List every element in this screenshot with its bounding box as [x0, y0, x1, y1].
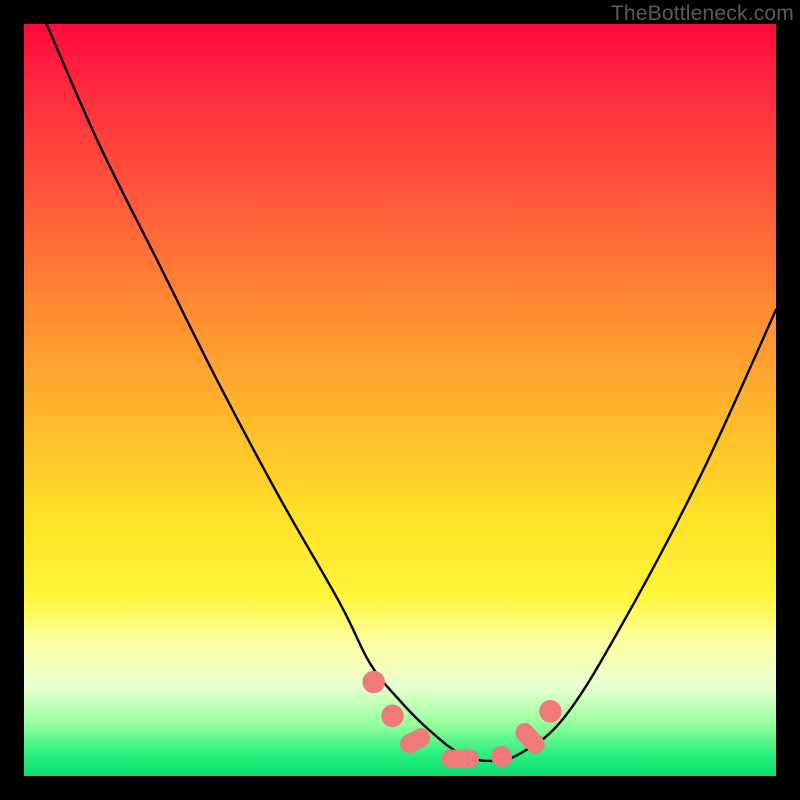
marker-dot	[362, 671, 385, 694]
chart-stage: TheBottleneck.com	[0, 0, 800, 800]
curve-line	[47, 24, 776, 761]
curve-markers	[362, 671, 561, 768]
chart-overlay	[24, 24, 776, 776]
marker-pill	[441, 750, 479, 768]
marker-dot	[491, 746, 512, 767]
watermark-text: TheBottleneck.com	[611, 2, 794, 26]
marker-dot	[539, 700, 562, 723]
marker-dot	[381, 705, 404, 728]
plot-area	[24, 24, 776, 776]
